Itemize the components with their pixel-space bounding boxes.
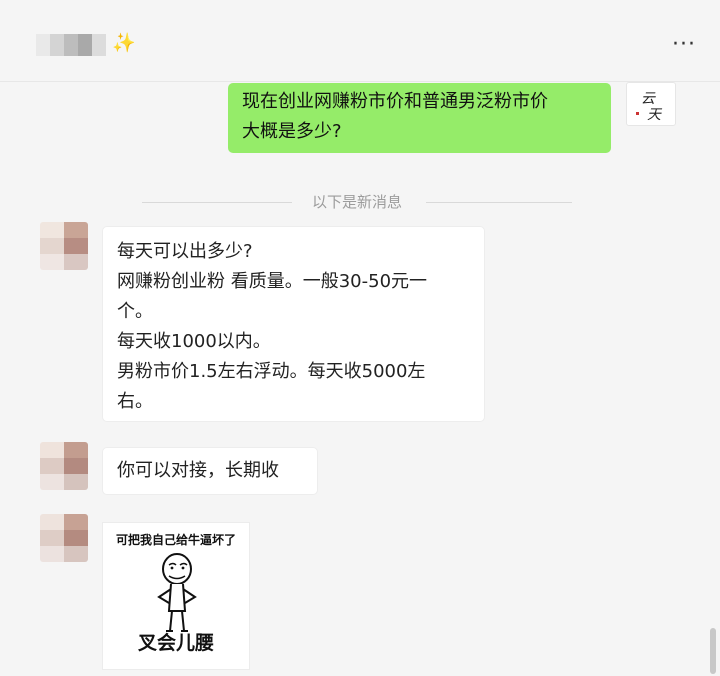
contact-name-blurred[interactable] bbox=[36, 34, 106, 56]
contact-avatar[interactable] bbox=[40, 222, 88, 270]
message-line: 右。 bbox=[117, 391, 153, 412]
incoming-message-bubble[interactable]: 你可以对接，长期收 bbox=[102, 447, 318, 495]
message-text: 你可以对接，长期收 bbox=[117, 460, 279, 481]
sticker-image[interactable]: 可把我自己给牛逼坏了 叉会儿腰 bbox=[102, 522, 250, 670]
message-line: 现在创业网赚粉市价和普通男泛粉市价 bbox=[242, 91, 548, 112]
outgoing-message-bubble[interactable]: 现在创业网赚粉市价和普通男泛粉市价 大概是多少? bbox=[228, 83, 611, 153]
message-line: 每天可以出多少? bbox=[117, 241, 253, 262]
contact-avatar[interactable] bbox=[40, 442, 88, 490]
sticker-bottom-text: 叉会儿腰 bbox=[137, 632, 214, 654]
stick-figure-icon bbox=[157, 553, 197, 632]
message-scrollbar[interactable] bbox=[710, 628, 716, 674]
message-line: 每天收1000以内。 bbox=[117, 331, 271, 352]
new-messages-divider: 以下是新消息 bbox=[142, 192, 572, 212]
message-line: 个。 bbox=[117, 301, 153, 322]
more-options-button[interactable]: ··· bbox=[672, 34, 696, 56]
message-line: 男粉市价1.5左右浮动。每天收5000左 bbox=[117, 361, 426, 382]
message-line: 网赚粉创业粉 看质量。一般30-50元一 bbox=[117, 271, 428, 292]
message-line: 大概是多少? bbox=[242, 121, 342, 142]
incoming-message-bubble[interactable]: 每天可以出多少? 网赚粉创业粉 看质量。一般30-50元一 个。 每天收1000… bbox=[102, 226, 485, 422]
sticker-top-text: 可把我自己给牛逼坏了 bbox=[115, 533, 236, 547]
sparkle-icon: ✨ bbox=[112, 32, 136, 54]
my-avatar[interactable]: 云 天 bbox=[626, 82, 676, 126]
svg-text:云: 云 bbox=[641, 91, 656, 107]
message-area: 现在创业网赚粉市价和普通男泛粉市价 大概是多少? 云 天 以下是新消息 每天可以… bbox=[0, 82, 720, 676]
divider-label: 以下是新消息 bbox=[311, 193, 402, 211]
svg-text:天: 天 bbox=[647, 107, 663, 123]
calligraphy-avatar-icon: 云 天 bbox=[636, 91, 663, 123]
contact-avatar[interactable] bbox=[40, 514, 88, 562]
chat-header: ✨ ··· bbox=[0, 0, 720, 82]
